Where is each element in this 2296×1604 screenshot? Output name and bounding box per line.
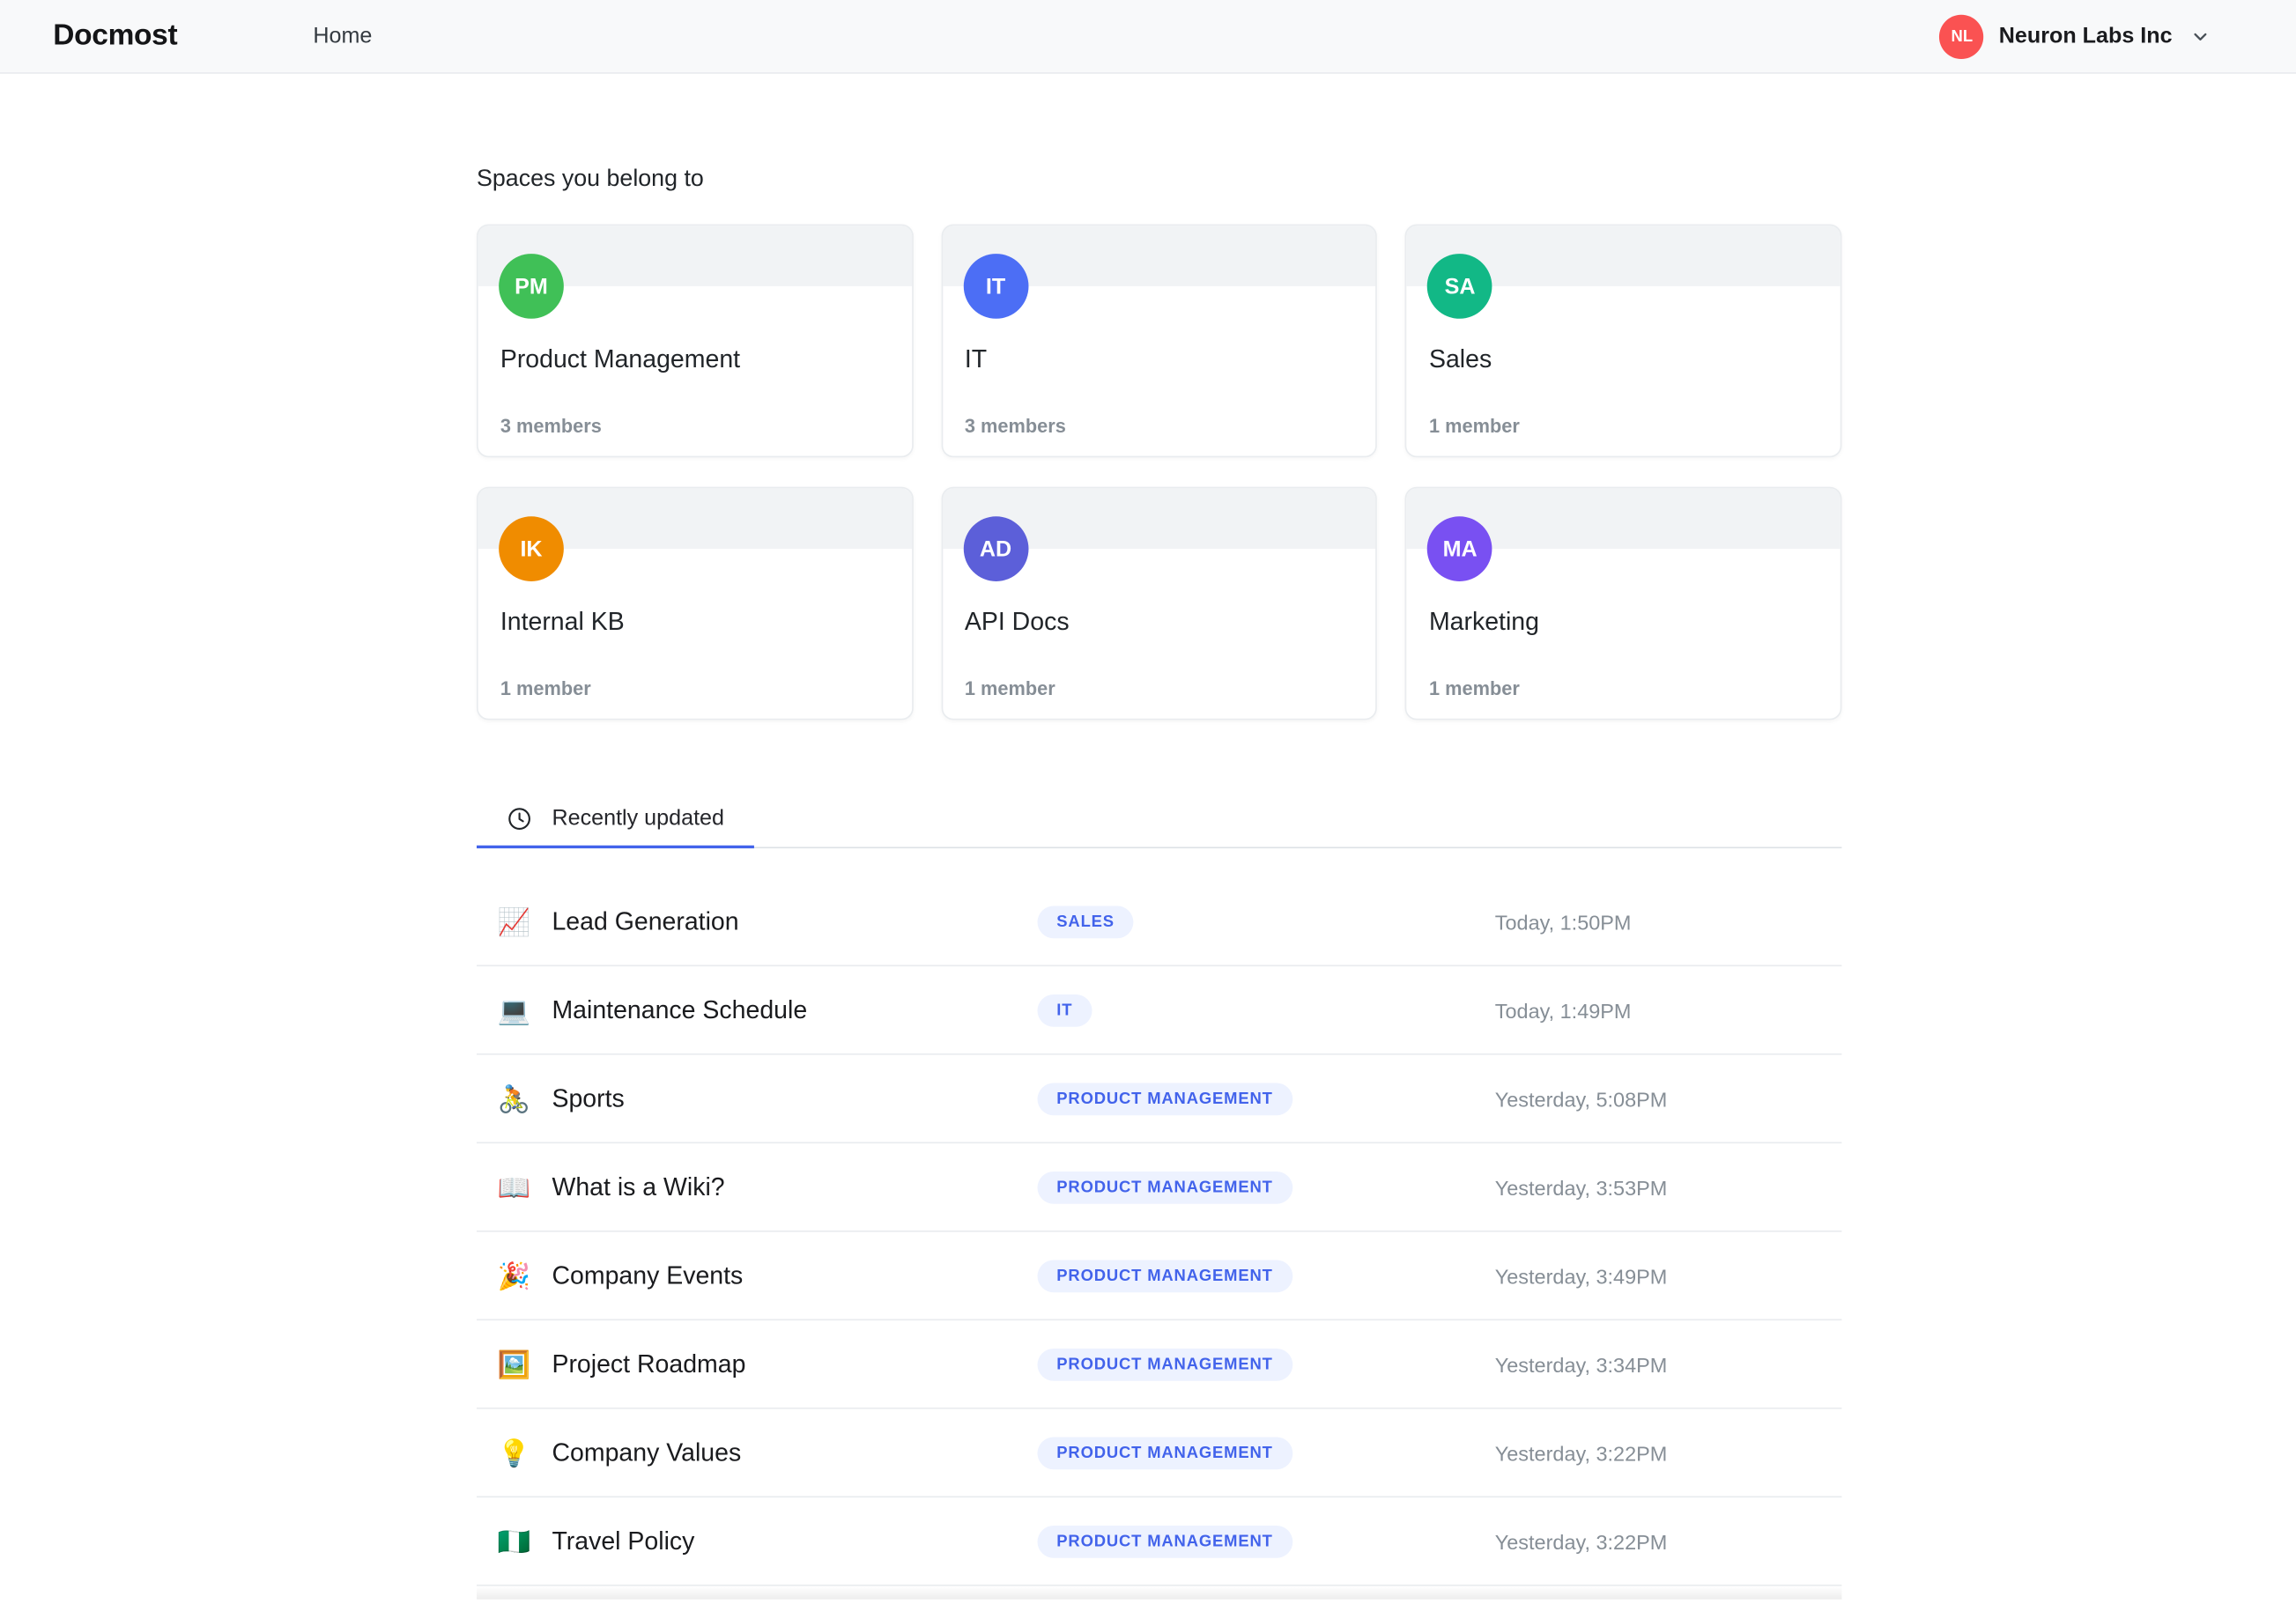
page-title: Travel Policy: [552, 1526, 695, 1555]
space-avatar: SA: [1427, 254, 1492, 319]
space-member-count: 3 members: [500, 414, 602, 437]
updated-time: Today, 1:50PM: [1494, 909, 1632, 934]
clock-icon: [507, 805, 533, 832]
recently-updated-list: 📈 Lead Generation SALES Today, 1:50PM 💻 …: [477, 878, 1842, 1586]
spaces-heading: Spaces you belong to: [477, 166, 704, 192]
space-member-count: 1 member: [1428, 414, 1520, 437]
space-badge[interactable]: IT: [1037, 994, 1092, 1026]
space-badge[interactable]: SALES: [1037, 905, 1134, 938]
page-title: What is a Wiki?: [552, 1172, 725, 1201]
space-badge[interactable]: PRODUCT MANAGEMENT: [1037, 1348, 1292, 1380]
top-bar: Docmost Home NL Neuron Labs Inc: [0, 0, 2296, 74]
scroll-shadow: [477, 1586, 1842, 1600]
space-member-count: 1 member: [964, 676, 1055, 699]
tab-recently-updated[interactable]: Recently updated: [477, 791, 754, 849]
updated-time: Yesterday, 3:22PM: [1494, 1529, 1668, 1553]
space-name: Sales: [1428, 344, 1492, 373]
app-logo[interactable]: Docmost: [53, 19, 177, 54]
space-name: Internal KB: [500, 608, 625, 636]
person-biking-icon: 🚴: [497, 1083, 531, 1113]
laptop-icon: 💻: [497, 994, 531, 1025]
open-book-icon: 📖: [497, 1172, 531, 1202]
space-name: Marketing: [1428, 608, 1539, 636]
page-title: Sports: [552, 1083, 625, 1112]
framed-picture-icon: 🖼️: [497, 1349, 531, 1379]
page-title: Maintenance Schedule: [552, 994, 808, 1024]
space-name: IT: [964, 344, 988, 373]
space-badge[interactable]: PRODUCT MANAGEMENT: [1037, 1171, 1292, 1203]
page-row-company-events[interactable]: 🎉 Company Events PRODUCT MANAGEMENT Yest…: [477, 1232, 1842, 1321]
updated-time: Yesterday, 3:53PM: [1494, 1175, 1668, 1199]
page-title: Company Values: [552, 1438, 742, 1467]
spaces-grid: PM Product Management 3 members IT IT 3 …: [477, 224, 1842, 721]
page-row-sports[interactable]: 🚴 Sports PRODUCT MANAGEMENT Yesterday, 5…: [477, 1055, 1842, 1144]
page-row-project-roadmap[interactable]: 🖼️ Project Roadmap PRODUCT MANAGEMENT Ye…: [477, 1320, 1842, 1409]
page-title: Project Roadmap: [552, 1349, 746, 1378]
chart-increasing-icon: 📈: [497, 906, 531, 936]
space-avatar: PM: [499, 254, 564, 319]
space-badge[interactable]: PRODUCT MANAGEMENT: [1037, 1082, 1292, 1115]
space-badge[interactable]: PRODUCT MANAGEMENT: [1037, 1259, 1292, 1292]
space-name: API Docs: [964, 608, 1070, 636]
space-card-api-docs[interactable]: AD API Docs 1 member: [941, 486, 1378, 721]
space-avatar: IT: [963, 254, 1028, 319]
space-card-it[interactable]: IT IT 3 members: [941, 224, 1378, 458]
space-member-count: 3 members: [964, 414, 1066, 437]
space-member-count: 1 member: [500, 676, 591, 699]
updated-time: Yesterday, 3:34PM: [1494, 1352, 1668, 1376]
light-bulb-icon: 💡: [497, 1438, 531, 1467]
updated-time: Yesterday, 3:22PM: [1494, 1440, 1668, 1465]
space-card-internal-kb[interactable]: IK Internal KB 1 member: [477, 486, 914, 721]
page-row-maintenance-schedule[interactable]: 💻 Maintenance Schedule IT Today, 1:49PM: [477, 966, 1842, 1055]
space-avatar: IK: [499, 516, 564, 581]
space-card-product-management[interactable]: PM Product Management 3 members: [477, 224, 914, 458]
page-row-company-values[interactable]: 💡 Company Values PRODUCT MANAGEMENT Yest…: [477, 1409, 1842, 1498]
space-badge[interactable]: PRODUCT MANAGEMENT: [1037, 1525, 1292, 1557]
updated-time: Yesterday, 5:08PM: [1494, 1086, 1668, 1111]
page-row-lead-generation[interactable]: 📈 Lead Generation SALES Today, 1:50PM: [477, 878, 1842, 967]
space-name: Product Management: [500, 344, 741, 373]
workspace-switcher[interactable]: NL Neuron Labs Inc: [1939, 13, 2211, 59]
updated-time: Today, 1:49PM: [1494, 998, 1632, 1022]
workspace-name: Neuron Labs Inc: [1998, 23, 2173, 49]
space-card-marketing[interactable]: MA Marketing 1 member: [1405, 486, 1842, 721]
page-title: Company Events: [552, 1260, 744, 1290]
page-title: Lead Generation: [552, 906, 739, 935]
page-row-travel-policy[interactable]: 🇳🇬 Travel Policy PRODUCT MANAGEMENT Yest…: [477, 1497, 1842, 1586]
space-avatar: AD: [963, 516, 1028, 581]
nav-home[interactable]: Home: [313, 24, 372, 48]
updated-time: Yesterday, 3:49PM: [1494, 1263, 1668, 1288]
tab-label: Recently updated: [552, 805, 725, 832]
nigeria-flag-icon: 🇳🇬: [497, 1526, 531, 1556]
space-card-sales[interactable]: SA Sales 1 member: [1405, 224, 1842, 458]
space-avatar: MA: [1427, 516, 1492, 581]
space-badge[interactable]: PRODUCT MANAGEMENT: [1037, 1436, 1292, 1469]
app-window: Docmost Home NL Neuron Labs Inc Spaces y…: [0, 0, 2296, 1604]
party-popper-icon: 🎉: [497, 1260, 531, 1290]
workspace-avatar: NL: [1939, 13, 1984, 59]
page-row-what-is-a-wiki[interactable]: 📖 What is a Wiki? PRODUCT MANAGEMENT Yes…: [477, 1143, 1842, 1232]
tab-bar: Recently updated: [477, 791, 1842, 849]
home-content: Spaces you belong to PM Product Manageme…: [477, 74, 1842, 1600]
space-member-count: 1 member: [1428, 676, 1520, 699]
chevron-down-icon: [2190, 26, 2211, 46]
